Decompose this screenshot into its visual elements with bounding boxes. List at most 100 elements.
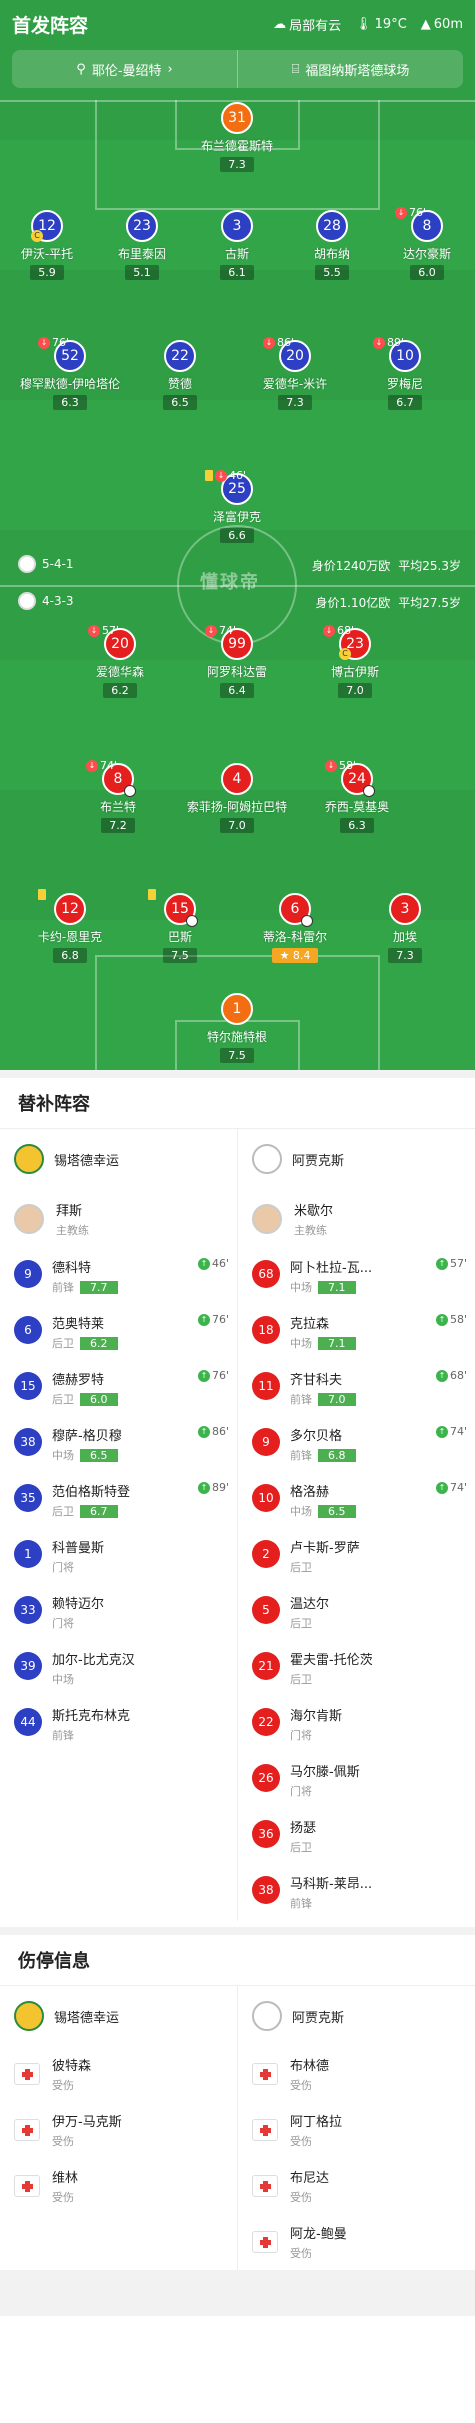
player-name: 海尔肯斯 — [290, 1709, 343, 1724]
pitch-player[interactable]: 12 卡约-恩里克 6.8 — [10, 889, 130, 963]
pitch-player[interactable]: 4 索菲扬-阿姆拉巴特 7.0 — [177, 763, 297, 833]
sub-event: ↑ 76' — [197, 1313, 229, 1326]
player-name: 彼特森 — [52, 2059, 92, 2074]
player-number: 21 — [252, 1652, 280, 1680]
sub-player-row[interactable]: 9 多尔贝格 前锋 6.8 ↑ 74' — [238, 1417, 475, 1473]
injury-row[interactable]: 布林德 受伤 — [238, 2046, 475, 2102]
away-formation-row: 4-3-3 — [18, 592, 74, 610]
player-number: 24 — [348, 771, 366, 787]
injury-row[interactable]: 维林 受伤 — [0, 2158, 237, 2214]
sub-off-icon: ↓ — [373, 336, 385, 349]
player-name: 博古伊斯 — [330, 665, 379, 679]
sub-player-row[interactable]: 44 斯托克布林克 前锋 — [0, 1697, 237, 1753]
player-number: 26 — [252, 1764, 280, 1792]
sub-on-icon: ↑ — [435, 1425, 448, 1438]
player-position: 门将 — [52, 1617, 74, 1630]
away-crest-icon — [252, 2001, 282, 2031]
event-minute: 89' — [211, 1481, 229, 1494]
match-info-bar: ⚲ 耶伦-曼绍特 › ⌸ 福图纳斯塔德球场 — [12, 50, 463, 88]
pitch-player[interactable]: 25 ↓ 46' 泽富伊克 6.6 — [177, 469, 297, 543]
sub-player-row[interactable]: 68 阿卜杜拉-瓦... 中场 7.1 ↑ 57' — [238, 1249, 475, 1305]
home-age: 平均25.3岁 — [398, 559, 461, 573]
away-team-header[interactable]: 阿贾克斯 — [238, 1129, 475, 1189]
sub-player-row[interactable]: 9 德科特 前锋 7.7 ↑ 46' — [0, 1249, 237, 1305]
whistle-icon: ⚲ — [76, 61, 86, 77]
yellow-card-icon — [148, 889, 156, 900]
stadium-icon: ⌸ — [291, 61, 300, 77]
player-name: 达尔豪斯 — [402, 247, 451, 261]
sub-player-row[interactable]: 2 卢卡斯-罗萨 后卫 — [238, 1529, 475, 1585]
pitch-player[interactable]: 99 ↓ 74' 阿罗科达雷 6.4 — [177, 624, 297, 698]
sub-player-row[interactable]: 11 齐甘科夫 前锋 7.0 ↑ 68' — [238, 1361, 475, 1417]
player-number: 68 — [252, 1260, 280, 1288]
player-rating: 6.6 — [220, 528, 254, 543]
player-position: 后卫 — [52, 1505, 74, 1518]
sub-player-row[interactable]: 33 赖特迈尔 门将 — [0, 1585, 237, 1641]
away-coach[interactable]: 米歇尔 主教练 — [238, 1189, 475, 1249]
player-name: 马科斯-莱昂... — [290, 1877, 373, 1892]
sub-event: ↓ 74' — [86, 759, 117, 772]
pitch-player[interactable]: 23 C ↓ 68' 博古伊斯 7.0 — [295, 624, 415, 698]
player-name: 维林 — [52, 2171, 79, 2186]
pitch-player[interactable]: 8 ↓ 76' 达尔豪斯 6.0 — [367, 206, 475, 280]
home-crest-icon — [14, 1144, 44, 1174]
player-position: 中场 — [290, 1337, 312, 1350]
player-number: 9 — [14, 1260, 42, 1288]
sub-player-row[interactable]: 6 范奥特莱 后卫 6.2 ↑ 76' — [0, 1305, 237, 1361]
sub-event: ↓ 46' — [205, 469, 246, 482]
event-minute: 68' — [337, 624, 355, 637]
player-number: 11 — [252, 1372, 280, 1400]
yellow-card-icon — [38, 889, 46, 900]
sub-player-row[interactable]: 38 马科斯-莱昂... 前锋 — [238, 1865, 475, 1921]
pitch-player[interactable]: 1 特尔施特根 7.5 — [177, 993, 297, 1063]
player-number: 15 — [171, 901, 189, 917]
injury-row[interactable]: 布尼达 受伤 — [238, 2158, 475, 2214]
injury-row[interactable]: 彼特森 受伤 — [0, 2046, 237, 2102]
player-name: 乔西-莫基奥 — [324, 800, 390, 814]
injury-row[interactable]: 阿龙-鲍曼 受伤 — [238, 2214, 475, 2270]
referee-link[interactable]: ⚲ 耶伦-曼绍特 › — [12, 50, 238, 88]
pitch-player[interactable]: 8 ↓ 74' 布兰特 7.2 — [58, 759, 178, 833]
sub-player-row[interactable]: 38 穆萨-格贝穆 中场 6.5 ↑ 86' — [0, 1417, 237, 1473]
away-injury-team[interactable]: 阿贾克斯 — [238, 1986, 475, 2046]
player-number: 1 — [221, 993, 253, 1025]
sub-player-row[interactable]: 26 马尔滕-佩斯 门将 — [238, 1753, 475, 1809]
pitch-player[interactable]: 31 布兰德霍斯特 7.3 — [177, 102, 297, 172]
sub-player-row[interactable]: 10 格洛赫 中场 6.5 ↑ 74' — [238, 1473, 475, 1529]
pitch-player[interactable]: 15 巴斯 7.5 — [120, 889, 240, 963]
sub-player-row[interactable]: 36 扬瑟 后卫 — [238, 1809, 475, 1865]
player-name: 赞德 — [167, 377, 192, 391]
home-coach[interactable]: 拜斯 主教练 — [0, 1189, 237, 1249]
away-formation: 4-3-3 — [42, 594, 74, 608]
pitch-player[interactable]: 20 ↓ 86' 爱德华-米许 7.3 — [235, 336, 355, 410]
sub-player-row[interactable]: 21 霍夫雷-托伦茨 后卫 — [238, 1641, 475, 1697]
mountain-icon: ▲ — [420, 16, 431, 32]
sub-player-row[interactable]: 5 温达尔 后卫 — [238, 1585, 475, 1641]
player-name: 斯托克布林克 — [52, 1709, 131, 1724]
medical-kit-icon — [252, 2175, 278, 2197]
pitch-player[interactable]: 3 加埃 7.3 — [345, 893, 465, 963]
sub-player-row[interactable]: 18 克拉森 中场 7.1 ↑ 58' — [238, 1305, 475, 1361]
coach-role: 主教练 — [56, 1224, 89, 1237]
thermometer-icon: 🌡 — [355, 16, 372, 32]
player-number: 36 — [252, 1820, 280, 1848]
sub-player-row[interactable]: 15 德赫罗特 后卫 6.0 ↑ 76' — [0, 1361, 237, 1417]
pitch-player[interactable]: 6 蒂洛-科雷尔 ★ 8.4 — [235, 893, 355, 963]
sub-player-row[interactable]: 1 科普曼斯 门将 — [0, 1529, 237, 1585]
pitch-player[interactable]: 24 ↓ 58' 乔西-莫基奥 6.3 — [297, 759, 417, 833]
sub-player-row[interactable]: 22 海尔肯斯 门将 — [238, 1697, 475, 1753]
pitch-player[interactable]: 20 ↓ 57' 爱德华森 6.2 — [60, 624, 180, 698]
injury-row[interactable]: 阿丁格拉 受伤 — [238, 2102, 475, 2158]
event-minute: 58' — [339, 759, 357, 772]
event-minute: 76' — [409, 206, 427, 219]
pitch-player[interactable]: 22 赞德 6.5 — [120, 340, 240, 410]
temperature-text: 19°C — [374, 16, 407, 32]
pitch-player[interactable]: 52 ↓ 76' 穆罕默德-伊哈塔伦 6.3 — [10, 336, 130, 410]
sub-player-row[interactable]: 39 加尔-比尤克汉 中场 — [0, 1641, 237, 1697]
home-team-header[interactable]: 锡塔德幸运 — [0, 1129, 237, 1189]
home-injury-team[interactable]: 锡塔德幸运 — [0, 1986, 237, 2046]
sub-off-icon: ↓ — [215, 469, 227, 482]
injury-row[interactable]: 伊万-马克斯 受伤 — [0, 2102, 237, 2158]
sub-player-row[interactable]: 35 范伯格斯特登 后卫 6.7 ↑ 89' — [0, 1473, 237, 1529]
pitch-player[interactable]: 10 ↓ 89' 罗梅尼 6.7 — [345, 336, 465, 410]
